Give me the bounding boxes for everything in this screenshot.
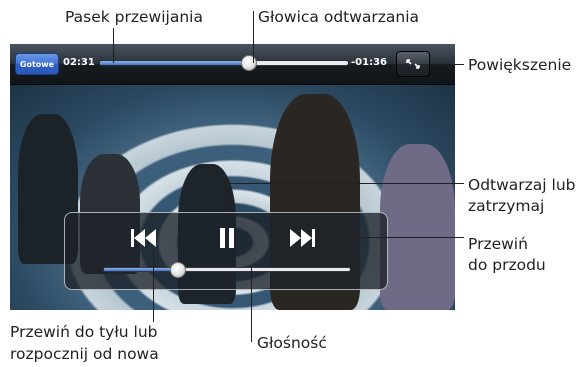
skip-forward-icon xyxy=(290,229,315,247)
performer-figure xyxy=(380,144,455,310)
leader-line-play-pause-v xyxy=(227,183,228,211)
callout-zoom: Powiększenie xyxy=(468,56,572,74)
callout-play-pause-line2: zatrzymaj xyxy=(468,197,545,215)
skip-back-icon xyxy=(131,229,156,247)
callout-previous-line1: Przewiń do tyłu lub xyxy=(10,323,158,341)
callout-playhead: Głowica odtwarzania xyxy=(258,8,420,26)
playback-top-bar: Gotowe 02:31 -01:36 xyxy=(10,44,455,85)
playback-controls-panel xyxy=(64,212,388,290)
scrubber-bar[interactable] xyxy=(99,55,349,71)
elapsed-time: 02:31 xyxy=(63,57,95,68)
playhead[interactable] xyxy=(240,55,257,71)
play-pause-button[interactable] xyxy=(212,227,242,249)
callout-previous-line2: rozpocznij od nowa xyxy=(10,345,159,363)
callout-scrubber-bar: Pasek przewijania xyxy=(65,8,203,26)
video-player[interactable]: Gotowe 02:31 -01:36 xyxy=(10,44,455,310)
scrubber-progress-fill xyxy=(100,61,249,65)
leader-line-zoom xyxy=(430,64,464,65)
volume-slider-knob[interactable] xyxy=(169,262,186,278)
callout-volume: Głośność xyxy=(257,334,327,352)
leader-line-next xyxy=(320,237,464,238)
callout-next-line1: Przewiń xyxy=(468,235,528,253)
leader-line-play-pause-h xyxy=(227,183,464,184)
leader-line-scrubber xyxy=(113,28,114,63)
zoom-toggle-icon xyxy=(406,59,420,69)
volume-slider[interactable] xyxy=(103,262,351,278)
next-button[interactable] xyxy=(287,227,317,249)
previous-button[interactable] xyxy=(129,227,159,249)
leader-line-volume xyxy=(251,268,252,342)
callout-next-line2: do przodu xyxy=(468,256,546,274)
zoom-button[interactable] xyxy=(396,51,430,77)
pause-icon xyxy=(220,228,234,248)
volume-level-fill xyxy=(104,268,178,271)
remaining-time: -01:36 xyxy=(351,57,387,68)
leader-line-previous xyxy=(153,250,154,322)
callout-play-pause-line1: Odtwarzaj lub xyxy=(468,176,576,194)
done-button[interactable]: Gotowe xyxy=(15,53,59,75)
leader-line-playhead xyxy=(253,11,254,63)
